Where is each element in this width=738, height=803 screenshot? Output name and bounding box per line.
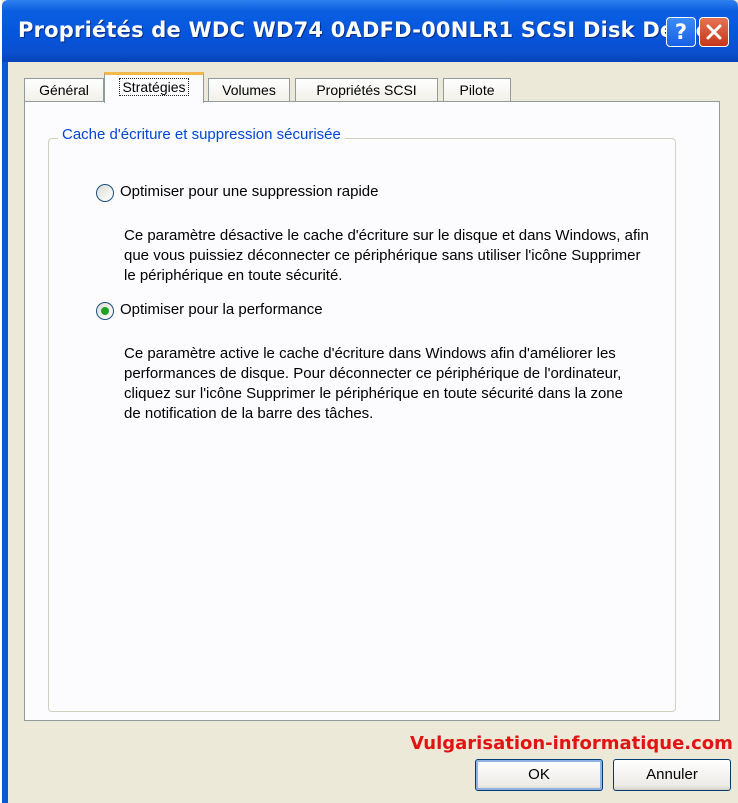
close-button[interactable] [699,17,729,47]
tab-label: Pilote [459,82,495,98]
option-quick-removal-label[interactable]: Optimiser pour une suppression rapide [120,183,378,200]
title-bar[interactable]: Propriétés de WDC WD74 0ADFD-00NLR1 SCSI… [2,0,738,62]
cancel-button[interactable]: Annuler [613,759,731,791]
tab-scsi-properties[interactable]: Propriétés SCSI [295,78,438,102]
tab-label: Propriétés SCSI [316,82,417,98]
close-icon [706,24,722,40]
option-performance-description: Ce paramètre active le cache d'écriture … [124,345,623,422]
radio-performance[interactable] [96,302,114,320]
ok-button[interactable]: OK [475,759,603,791]
tab-label: Général [39,82,89,98]
window-title: Propriétés de WDC WD74 0ADFD-00NLR1 SCSI… [18,18,723,42]
tab-label: Volumes [222,82,276,98]
help-button[interactable]: ? [666,17,696,47]
help-icon: ? [674,20,688,44]
tab-strategies[interactable]: Stratégies [104,72,204,103]
group-box [48,138,676,712]
tab-volumes[interactable]: Volumes [208,78,290,102]
radio-quick-removal[interactable] [96,184,114,202]
tab-general[interactable]: Général [24,78,104,102]
tab-driver[interactable]: Pilote [443,78,511,102]
window-frame-left [2,62,8,803]
radio-selected-dot [101,307,109,315]
tab-label: Stratégies [119,78,189,96]
group-title: Cache d'écriture et suppression sécurisé… [58,126,345,143]
watermark-text: Vulgarisation-informatique.com [410,733,733,754]
option-quick-removal-description: Ce paramètre désactive le cache d'écritu… [124,227,649,284]
option-performance-label[interactable]: Optimiser pour la performance [120,301,323,318]
